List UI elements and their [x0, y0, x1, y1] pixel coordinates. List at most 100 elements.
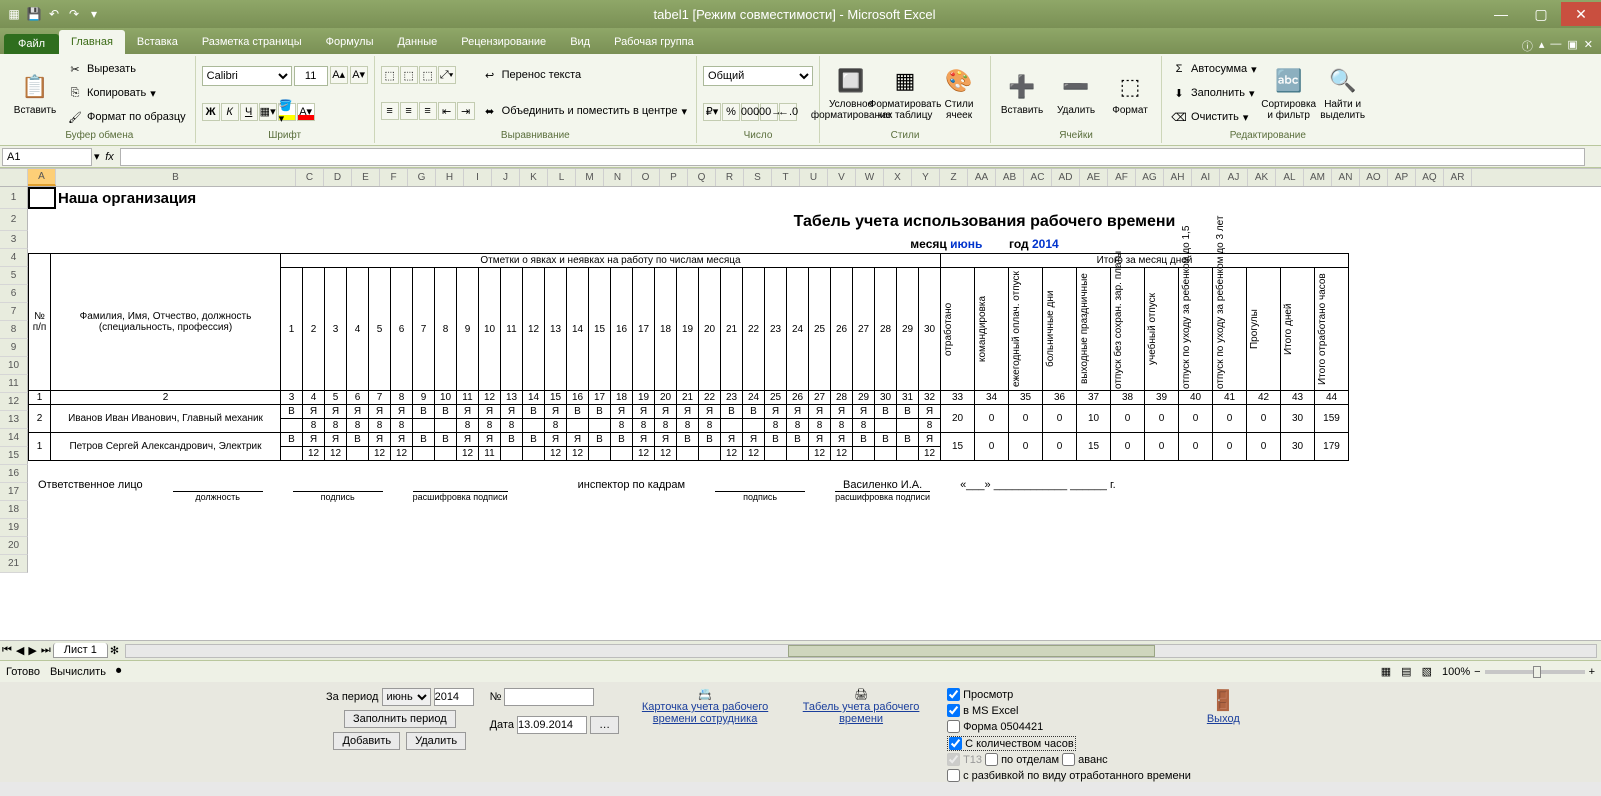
autosum-button[interactable]: ΣАвтосумма▾	[1168, 60, 1260, 78]
percent-format-icon[interactable]: %	[722, 103, 740, 121]
zoom-value[interactable]: 100%	[1442, 666, 1470, 678]
tabel-link[interactable]: Табель учета рабочего времени	[791, 701, 931, 725]
row-header-6[interactable]: 6	[0, 285, 28, 303]
breakdown-checkbox[interactable]: с разбивкой по виду отработанного времен…	[947, 769, 1191, 782]
t13-checkbox[interactable]: Т13	[947, 753, 982, 766]
col-header-AL[interactable]: AL	[1276, 169, 1304, 186]
col-header-AD[interactable]: AD	[1052, 169, 1080, 186]
redo-icon[interactable]: ↷	[66, 6, 82, 22]
align-top-icon[interactable]: ⬚	[381, 66, 399, 84]
italic-button[interactable]: К	[221, 103, 239, 121]
paste-button[interactable]: 📋 Вставить	[10, 58, 60, 128]
indent-inc-icon[interactable]: ⇥	[457, 102, 475, 120]
tab-data[interactable]: Данные	[385, 30, 449, 54]
col-header-X[interactable]: X	[884, 169, 912, 186]
row-header-2[interactable]: 2	[0, 209, 28, 231]
col-header-W[interactable]: W	[856, 169, 884, 186]
decrease-decimal-icon[interactable]: ←.0	[779, 103, 797, 121]
row-header-8[interactable]: 8	[0, 321, 28, 339]
row-header-11[interactable]: 11	[0, 375, 28, 393]
col-header-B[interactable]: B	[56, 169, 296, 186]
copy-button[interactable]: ⎘Копировать▾	[64, 84, 189, 102]
doc-close-icon[interactable]: ✕	[1584, 38, 1593, 54]
view-normal-icon[interactable]: ▦	[1381, 665, 1391, 678]
tab-home[interactable]: Главная	[59, 30, 125, 54]
col-header-L[interactable]: L	[548, 169, 576, 186]
zoom-out-icon[interactable]: −	[1474, 666, 1480, 678]
fill-color-button[interactable]: 🪣▾	[278, 103, 296, 121]
doc-restore-icon[interactable]: ▣	[1567, 38, 1577, 54]
select-all-corner[interactable]	[0, 169, 28, 186]
border-button[interactable]: ▦▾	[259, 103, 277, 121]
col-header-F[interactable]: F	[380, 169, 408, 186]
row-header-10[interactable]: 10	[0, 357, 28, 375]
align-middle-icon[interactable]: ⬚	[400, 66, 418, 84]
col-header-AN[interactable]: AN	[1332, 169, 1360, 186]
excel-checkbox[interactable]: в MS Excel	[947, 704, 1018, 717]
save-icon[interactable]: 💾	[26, 6, 42, 22]
col-header-AF[interactable]: AF	[1108, 169, 1136, 186]
align-bottom-icon[interactable]: ⬚	[419, 66, 437, 84]
org-name[interactable]: Наша организация	[56, 187, 296, 209]
col-header-H[interactable]: H	[436, 169, 464, 186]
name-box[interactable]: A1	[2, 148, 92, 166]
doc-min-icon[interactable]: —	[1550, 38, 1561, 54]
tab-nav-prev-icon[interactable]: ◀	[14, 644, 26, 657]
row-header-19[interactable]: 19	[0, 519, 28, 537]
col-header-AG[interactable]: AG	[1136, 169, 1164, 186]
timesheet-table[interactable]: № п/пФамилия, Имя, Отчество, должность (…	[28, 253, 1349, 461]
bold-button[interactable]: Ж	[202, 103, 220, 121]
tab-file[interactable]: Файл	[4, 34, 59, 54]
row-header-13[interactable]: 13	[0, 411, 28, 429]
row-headers[interactable]: 123456789101112131415161718192021	[0, 187, 28, 502]
col-header-D[interactable]: D	[324, 169, 352, 186]
cell-styles-button[interactable]: 🎨Стили ячеек	[934, 58, 984, 128]
sort-filter-button[interactable]: 🔤Сортировка и фильтр	[1264, 58, 1314, 128]
date-input[interactable]	[517, 716, 587, 734]
col-header-S[interactable]: S	[744, 169, 772, 186]
col-header-AP[interactable]: AP	[1388, 169, 1416, 186]
col-header-U[interactable]: U	[800, 169, 828, 186]
indent-dec-icon[interactable]: ⇤	[438, 102, 456, 120]
col-header-AC[interactable]: AC	[1024, 169, 1052, 186]
row-header-4[interactable]: 4	[0, 249, 28, 267]
undo-icon[interactable]: ↶	[46, 6, 62, 22]
formula-bar[interactable]	[120, 148, 1585, 166]
sheet-tab[interactable]: Лист 1	[53, 643, 108, 658]
col-header-I[interactable]: I	[464, 169, 492, 186]
format-painter-button[interactable]: 🖌Формат по образцу	[64, 108, 189, 126]
col-header-J[interactable]: J	[492, 169, 520, 186]
col-header-V[interactable]: V	[828, 169, 856, 186]
col-header-AH[interactable]: AH	[1164, 169, 1192, 186]
tab-nav-first-icon[interactable]: ⏮	[0, 644, 14, 657]
col-header-T[interactable]: T	[772, 169, 800, 186]
format-cells-button[interactable]: ⬚Формат	[1105, 58, 1155, 128]
orientation-icon[interactable]: ⤢▾	[438, 66, 456, 84]
view-pagebreak-icon[interactable]: ▧	[1422, 665, 1432, 678]
tab-insert[interactable]: Вставка	[125, 30, 190, 54]
row-header-20[interactable]: 20	[0, 537, 28, 555]
col-header-AA[interactable]: AA	[968, 169, 996, 186]
col-header-Q[interactable]: Q	[688, 169, 716, 186]
row-header-14[interactable]: 14	[0, 429, 28, 447]
col-header-C[interactable]: C	[296, 169, 324, 186]
date-picker-button[interactable]: …	[590, 716, 619, 734]
col-header-Y[interactable]: Y	[912, 169, 940, 186]
clear-button[interactable]: ⌫Очистить▾	[1168, 108, 1260, 126]
number-format-select[interactable]: Общий	[703, 66, 813, 86]
macro-record-icon[interactable]: ⏺	[116, 665, 122, 678]
row-header-16[interactable]: 16	[0, 465, 28, 483]
tab-pagelayout[interactable]: Разметка страницы	[190, 30, 314, 54]
col-header-P[interactable]: P	[660, 169, 688, 186]
col-header-AQ[interactable]: AQ	[1416, 169, 1444, 186]
period-month-select[interactable]: июнь	[382, 688, 431, 706]
num-input[interactable]	[504, 688, 594, 706]
status-calc[interactable]: Вычислить	[50, 666, 106, 678]
period-year-input[interactable]	[434, 688, 474, 706]
col-header-AJ[interactable]: AJ	[1220, 169, 1248, 186]
row-header-7[interactable]: 7	[0, 303, 28, 321]
row-header-21[interactable]: 21	[0, 555, 28, 573]
horizontal-scrollbar[interactable]	[125, 644, 1597, 658]
col-header-AI[interactable]: AI	[1192, 169, 1220, 186]
insert-cells-button[interactable]: ➕Вставить	[997, 58, 1047, 128]
